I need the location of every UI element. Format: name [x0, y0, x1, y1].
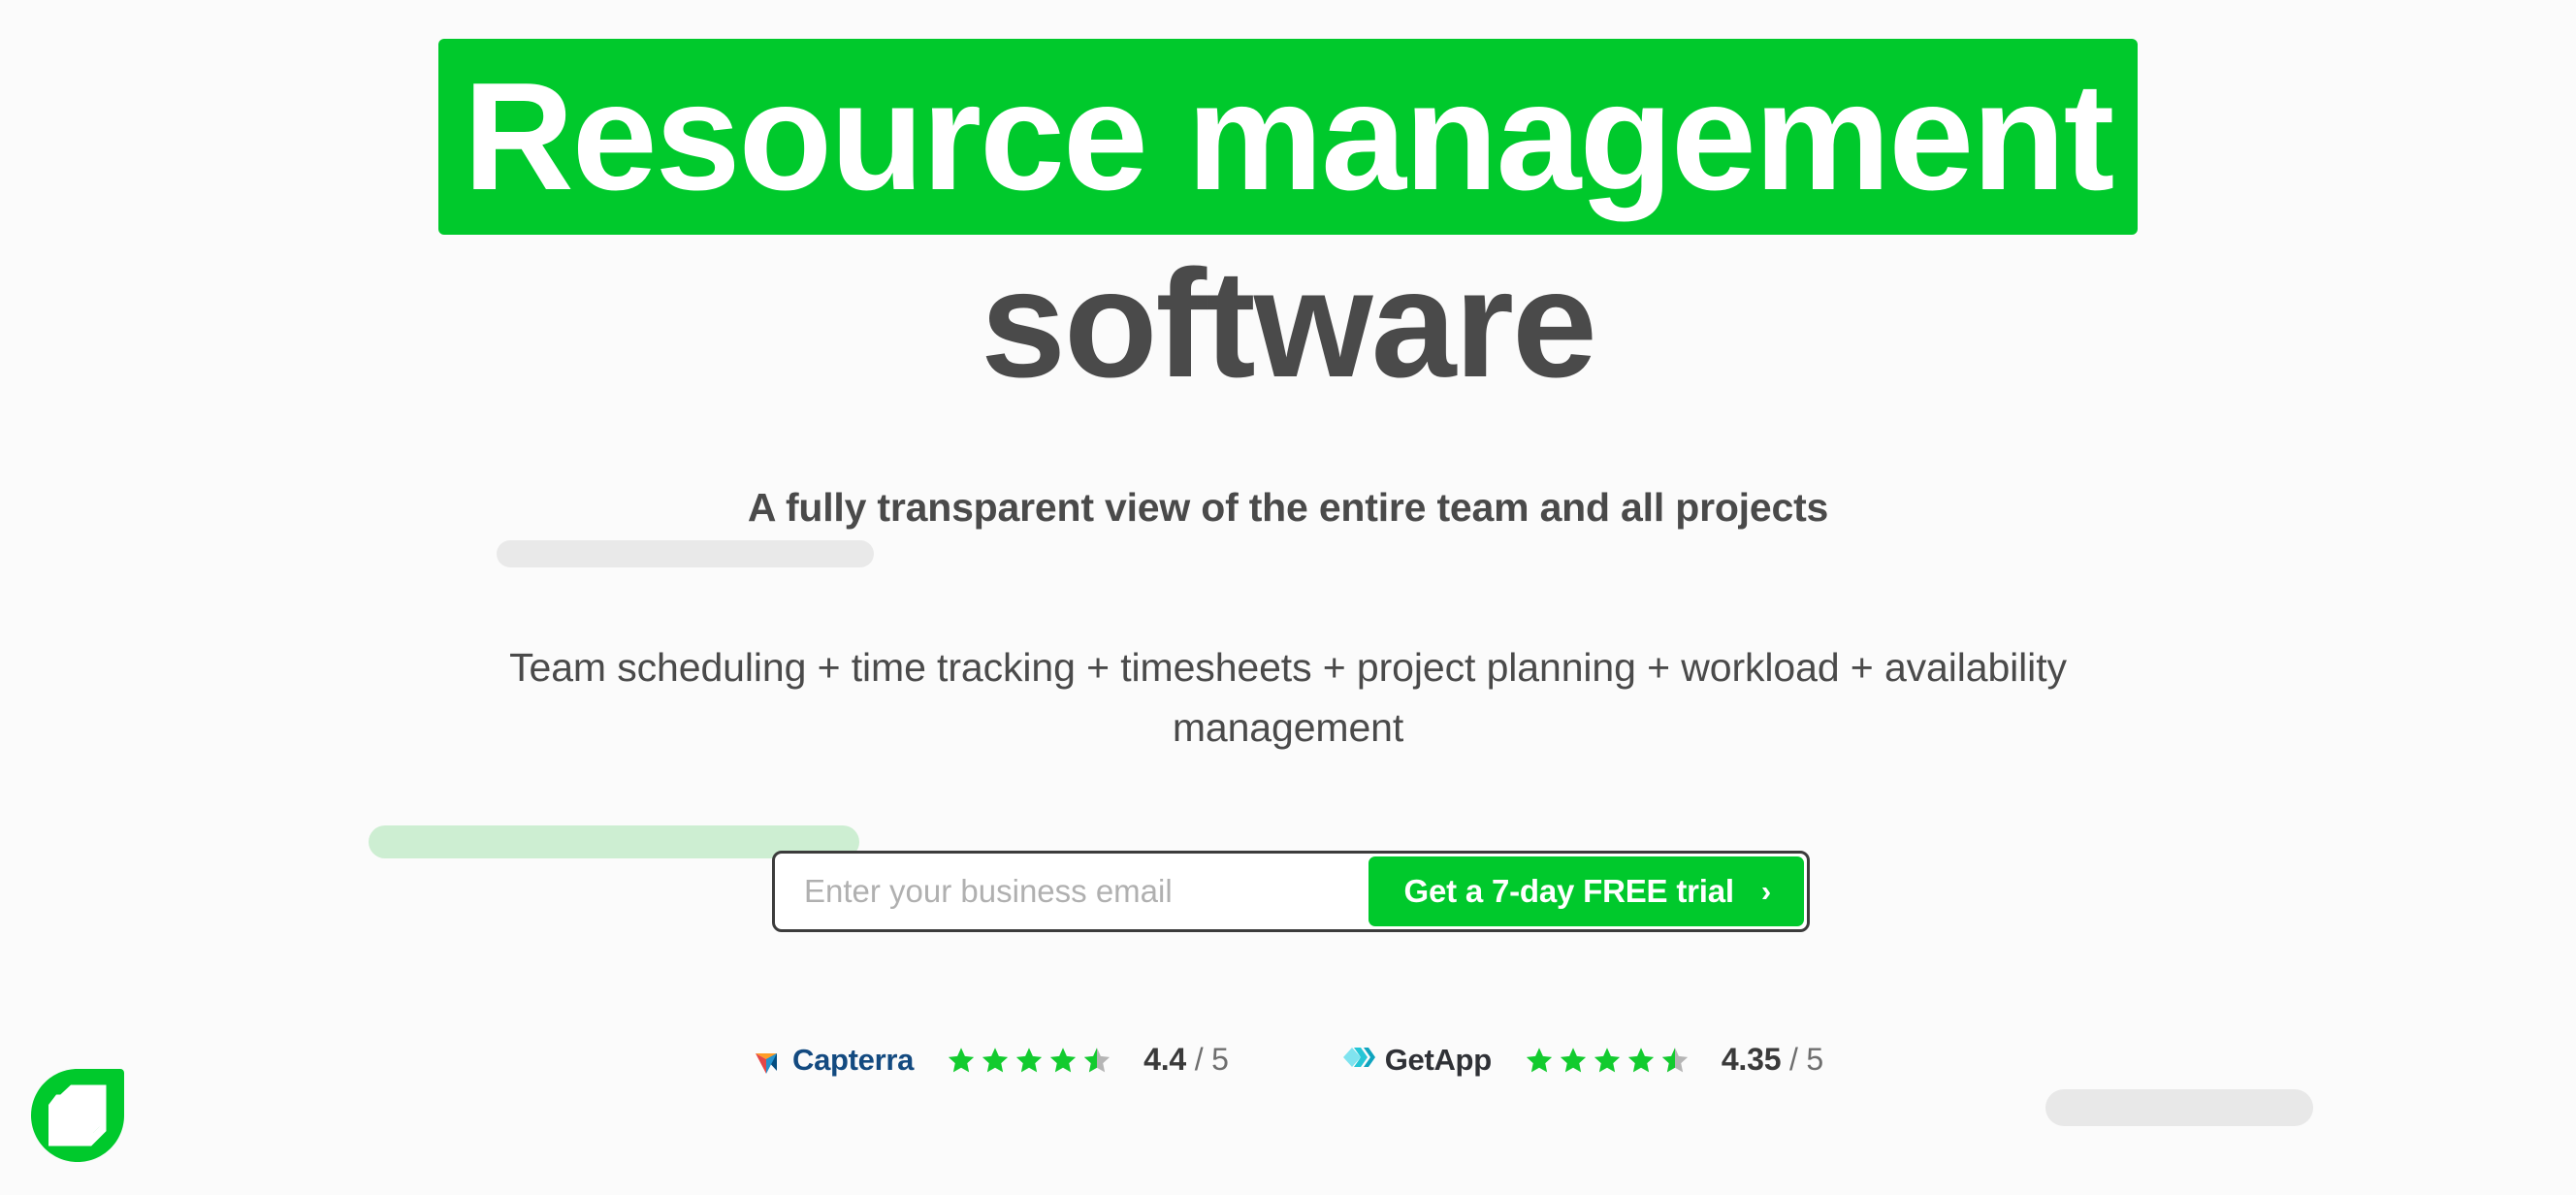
headline-highlight-line1: Resource management: [437, 39, 2139, 236]
getapp-star-rating: [1525, 1046, 1690, 1075]
star-half-icon: [1661, 1047, 1688, 1072]
body-copy-line-2: management: [1172, 704, 1404, 750]
star-half-icon: [1083, 1047, 1111, 1072]
capterra-star-rating: [947, 1046, 1111, 1075]
capterra-score-max: / 5: [1194, 1042, 1229, 1077]
getapp-score-value: 4.35: [1721, 1042, 1782, 1077]
rating-capterra[interactable]: Capterra 4.4 / 5: [753, 1041, 1229, 1079]
rating-getapp[interactable]: GetApp 4.35 / 5: [1342, 1042, 1823, 1078]
skeleton-bar-gray-upper: [497, 540, 874, 567]
getapp-score-max: / 5: [1789, 1042, 1823, 1077]
body-copy-line-1: Team scheduling + time tracking + timesh…: [509, 645, 2067, 690]
getapp-brand-name: GetApp: [1384, 1042, 1492, 1077]
getapp-logo-icon: [1342, 1045, 1378, 1075]
capterra-logo-icon: [753, 1041, 786, 1079]
hero-page: Resource management software A fully tra…: [0, 0, 2576, 1195]
capterra-brand-name: Capterra: [792, 1042, 915, 1077]
star-full-icon: [1049, 1047, 1077, 1072]
star-full-icon: [1526, 1047, 1552, 1072]
star-full-icon: [982, 1047, 1009, 1072]
signup-form[interactable]: Get a 7-day FREE trial ›: [772, 851, 1810, 932]
capterra-score: 4.4 / 5: [1143, 1042, 1229, 1078]
headline-line2: software: [981, 239, 1597, 410]
teamdeck-droplet-logo-icon[interactable]: [23, 1061, 132, 1170]
capterra-brand: Capterra: [753, 1041, 914, 1079]
body-copy: Team scheduling + time tracking + timesh…: [0, 638, 2576, 758]
star-full-icon: [1594, 1047, 1620, 1072]
getapp-score: 4.35 / 5: [1722, 1042, 1823, 1078]
star-full-icon: [1015, 1047, 1043, 1072]
getapp-brand: GetApp: [1342, 1042, 1492, 1078]
star-full-icon: [1627, 1047, 1654, 1072]
subheading: A fully transparent view of the entire t…: [747, 485, 1829, 530]
star-full-icon: [948, 1047, 975, 1072]
capterra-score-value: 4.4: [1143, 1042, 1186, 1077]
headline-line1-wrapper: Resource management: [0, 39, 2576, 236]
star-full-icon: [1560, 1047, 1586, 1072]
free-trial-button[interactable]: Get a 7-day FREE trial ›: [1368, 856, 1804, 926]
page-title: Resource management software: [0, 39, 2576, 410]
ratings-row: Capterra 4.4 / 5 GetApp 4.35 / 5: [0, 1041, 2576, 1079]
email-field[interactable]: [775, 854, 1369, 929]
skeleton-bar-gray-lower: [2045, 1089, 2313, 1126]
chevron-right-icon: ›: [1760, 873, 1771, 908]
free-trial-button-label: Get a 7-day FREE trial: [1403, 873, 1734, 909]
